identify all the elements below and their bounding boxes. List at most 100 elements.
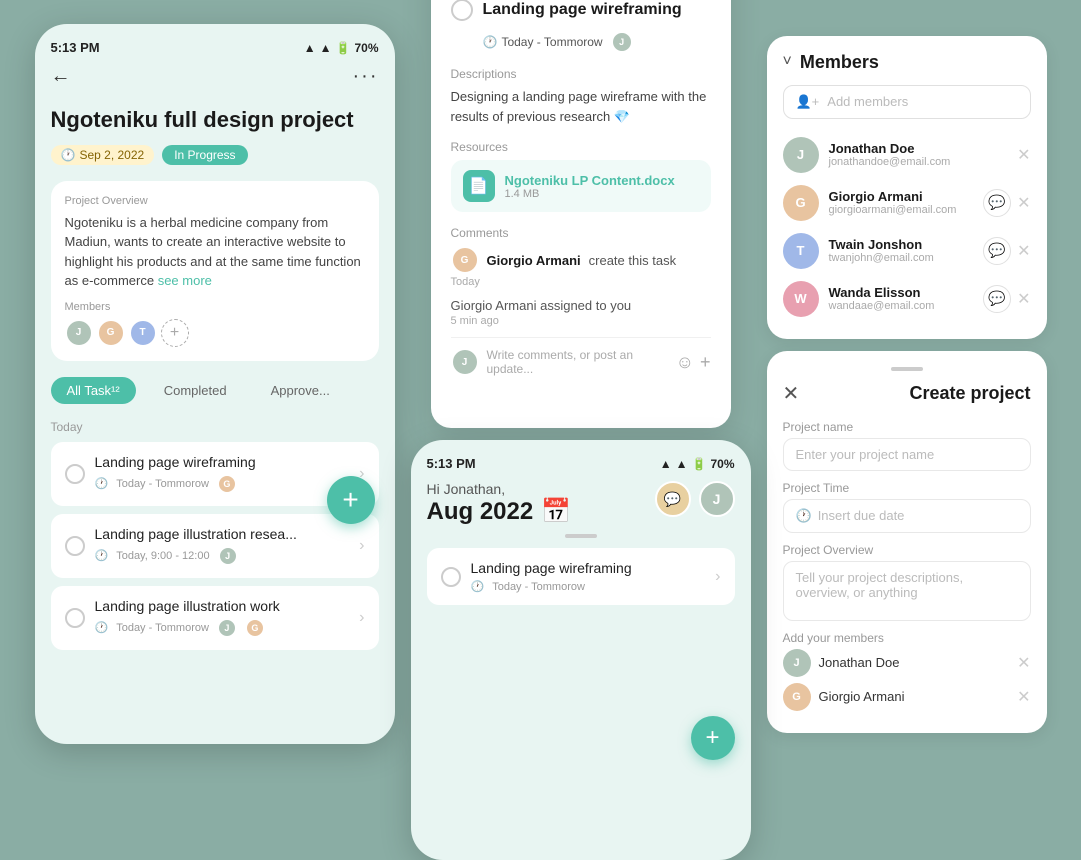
- see-more-link[interactable]: see more: [158, 273, 212, 288]
- comments-label: Comments: [451, 226, 711, 240]
- task-avatar-3b: G: [245, 618, 265, 638]
- member-row-1: J Jonathan Doe jonathandoe@email.com ✕: [783, 131, 1031, 179]
- project-time-input[interactable]: 🕐 Insert due date: [783, 499, 1031, 533]
- remove-member-1[interactable]: ✕: [1017, 145, 1030, 165]
- project-time-label: Project Time: [783, 481, 1031, 495]
- members-chevron[interactable]: ˅: [783, 53, 792, 71]
- status-bar-2: 5:13 PM ▲ ▲ 🔋 70%: [427, 456, 735, 471]
- msg-btn-4[interactable]: 💬: [983, 285, 1011, 313]
- greeting-text: Hi Jonathan,: [427, 481, 572, 497]
- chat-icon-badge[interactable]: 💬: [655, 481, 691, 517]
- remove-added-1[interactable]: ✕: [1017, 653, 1030, 673]
- remove-member-4[interactable]: ✕: [1017, 289, 1030, 309]
- add-member-btn[interactable]: +: [161, 319, 189, 347]
- status-bar-1: 5:13 PM ▲ ▲ 🔋 70%: [51, 40, 379, 55]
- battery-pct: 70%: [354, 41, 378, 55]
- added-member-row-2: G Giorgio Armani ✕: [783, 683, 1031, 711]
- resource-card: 📄 Ngoteniku LP Content.docx 1.4 MB: [451, 160, 711, 212]
- battery-pct-2: 70%: [710, 457, 734, 471]
- comment-time-2: 5 min ago: [451, 315, 711, 327]
- add-members-input[interactable]: 👤+ Add members: [783, 85, 1031, 119]
- task-avatar-3a: J: [217, 618, 237, 638]
- task-tabs: All Task¹² Completed Approve...: [51, 377, 379, 406]
- member-row-3: T Twain Jonshon twanjohn@email.com 💬 ✕: [783, 227, 1031, 275]
- resource-name[interactable]: Ngoteniku LP Content.docx: [505, 173, 675, 188]
- task-detail-time: Today - Tommorow: [501, 35, 602, 49]
- task-chevron-2: ›: [359, 537, 364, 555]
- clock-icon-p2: 🕐: [471, 580, 485, 593]
- phone2-task-check[interactable]: [441, 567, 461, 587]
- member-name-2: Giorgio Armani: [829, 189, 974, 204]
- task-check-3[interactable]: [65, 608, 85, 628]
- task-item-2[interactable]: Landing page illustration resea... 🕐 Tod…: [51, 514, 379, 578]
- doc-icon: 📄: [463, 170, 495, 202]
- tab-completed[interactable]: Completed: [148, 377, 243, 404]
- project-name-label: Project name: [783, 420, 1031, 434]
- user-avatar-2[interactable]: J: [699, 481, 735, 517]
- tab-approved[interactable]: Approve...: [255, 377, 346, 404]
- tab-all-tasks[interactable]: All Task¹²: [51, 377, 136, 404]
- task-time-1: Today - Tommorow: [116, 478, 209, 490]
- calendar-icon[interactable]: 📅: [541, 497, 571, 526]
- member-email-2: giorgioarmani@email.com: [829, 204, 974, 216]
- status-tag: In Progress: [162, 145, 247, 165]
- member-avatar-2: G: [783, 185, 819, 221]
- member-name-4: Wanda Elisson: [829, 285, 974, 300]
- create-project-header: ✕ Create project: [783, 381, 1031, 406]
- member-name-1: Jonathan Doe: [829, 141, 1008, 156]
- phone2-task-item[interactable]: Landing page wireframing 🕐 Today - Tommo…: [427, 548, 735, 605]
- remove-member-3[interactable]: ✕: [1017, 241, 1030, 261]
- status-icons-2: ▲ ▲ 🔋 70%: [660, 457, 735, 471]
- members-card-header: ˅ Members: [783, 52, 1031, 73]
- signal-icon: ▲: [320, 41, 332, 55]
- avatar-1: J: [65, 319, 93, 347]
- task-time-2: Today, 9:00 - 12:00: [116, 550, 209, 562]
- added-avatar-2: G: [783, 683, 811, 711]
- fab-add-1[interactable]: +: [327, 476, 375, 524]
- clock-icon-t2: 🕐: [95, 549, 109, 562]
- project-overview-input[interactable]: Tell your project descriptions, overview…: [783, 561, 1031, 621]
- comment-user-avatar: J: [451, 348, 479, 376]
- msg-btn-2[interactable]: 💬: [983, 189, 1011, 217]
- members-card: ˅ Members 👤+ Add members J Jonathan Doe …: [767, 36, 1047, 339]
- comment-input-row: J Write comments, or post an update... ☺…: [451, 337, 711, 376]
- add-comment-icon[interactable]: +: [700, 352, 711, 373]
- phone-nav-1: ← ···: [51, 65, 379, 88]
- back-button-1[interactable]: ←: [51, 65, 71, 88]
- emoji-icon[interactable]: ☺: [676, 352, 694, 373]
- phone2-task-chevron: ›: [715, 568, 720, 586]
- members-card-title: Members: [800, 52, 879, 73]
- msg-btn-3[interactable]: 💬: [983, 237, 1011, 265]
- fab-add-2[interactable]: +: [691, 716, 735, 760]
- description-text: Designing a landing page wireframe with …: [451, 87, 711, 126]
- task-chevron-3: ›: [359, 609, 364, 627]
- comment-input[interactable]: Write comments, or post an update...: [487, 348, 668, 376]
- phone2-task-name: Landing page wireframing: [471, 560, 706, 576]
- task-check-1[interactable]: [65, 464, 85, 484]
- remove-added-2[interactable]: ✕: [1017, 687, 1030, 707]
- close-create-project[interactable]: ✕: [783, 381, 800, 406]
- task-name-2: Landing page illustration resea...: [95, 526, 350, 542]
- task-check-2[interactable]: [65, 536, 85, 556]
- project-tags: 🕐 Sep 2, 2022 In Progress: [51, 145, 379, 165]
- middle-column: ‹ Task ··· Task of Ngoteniku full design…: [411, 0, 751, 860]
- member-name-3: Twain Jonshon: [829, 237, 974, 252]
- more-button-1[interactable]: ···: [353, 65, 379, 88]
- wifi-icon: ▲: [304, 41, 316, 55]
- remove-member-2[interactable]: ✕: [1017, 193, 1030, 213]
- clock-icon-t3: 🕐: [95, 621, 109, 634]
- project-name-input[interactable]: Enter your project name: [783, 438, 1031, 471]
- task-item-3[interactable]: Landing page illustration work 🕐 Today -…: [51, 586, 379, 650]
- resource-size: 1.4 MB: [505, 188, 675, 200]
- member-avatar-3: T: [783, 233, 819, 269]
- project-overview-label: Project Overview: [783, 543, 1031, 557]
- create-project-card: ✕ Create project Project name Enter your…: [767, 351, 1047, 733]
- task-time-row: 🕐 Today - Tommorow J: [483, 31, 711, 53]
- member-email-1: jonathandoe@email.com: [829, 156, 1008, 168]
- members-label: Members: [65, 301, 365, 313]
- member-avatar-1: J: [783, 137, 819, 173]
- task-main-checkbox[interactable]: [451, 0, 473, 21]
- member-email-3: twanjohn@email.com: [829, 252, 974, 264]
- comment-author: Giorgio Armani: [487, 253, 581, 268]
- signal-icon-2: ▲: [676, 457, 688, 471]
